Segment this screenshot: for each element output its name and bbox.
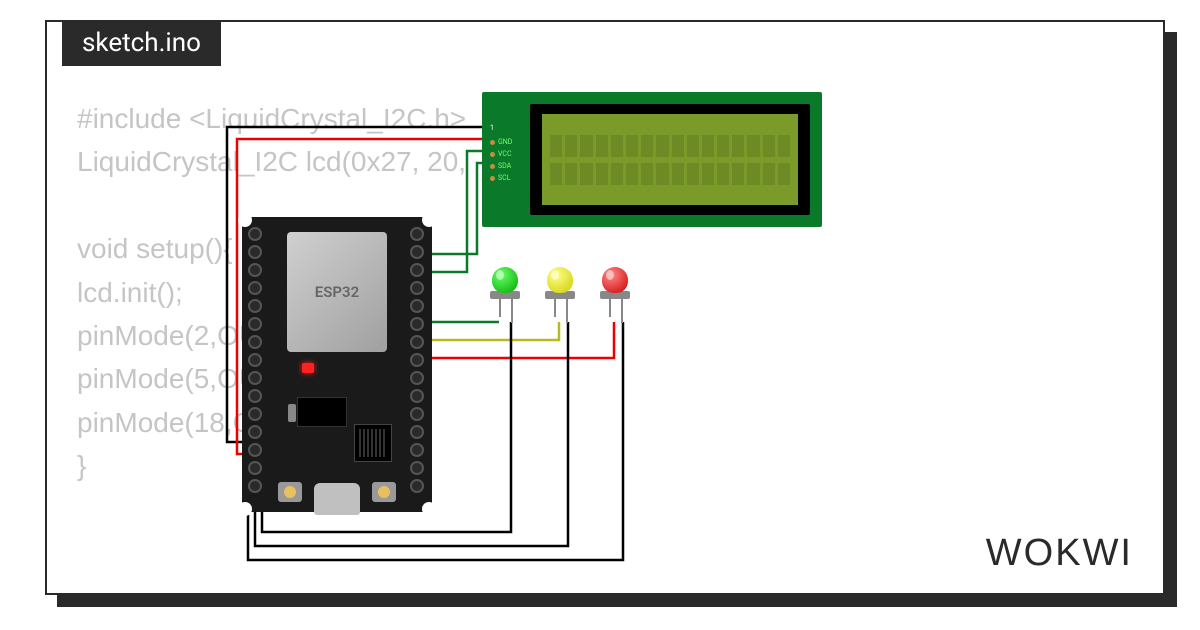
esp32-regulator-icon — [297, 397, 347, 427]
esp32-shield: ESP32 — [287, 232, 387, 352]
led-green[interactable] — [492, 267, 520, 305]
led-yellow[interactable] — [547, 267, 575, 305]
esp32-board[interactable]: ESP32 — [242, 217, 432, 512]
lcd-pin-labels: 1 GND VCC SDA SCL — [490, 122, 512, 184]
circuit-diagram[interactable]: ESP32 1 GND VCC SDA SCL — [47, 22, 1163, 593]
wokwi-logo: WOKWI — [986, 532, 1133, 575]
led-red[interactable] — [602, 267, 630, 305]
preview-card: sketch.ino #include <LiquidCrystal_I2C.h… — [45, 20, 1165, 595]
board-label: ESP32 — [315, 283, 359, 301]
esp32-usb-port-icon — [314, 483, 360, 515]
esp32-power-led-icon — [302, 363, 314, 373]
esp32-pins-left — [248, 227, 264, 493]
esp32-boot-button[interactable] — [278, 482, 302, 502]
esp32-pins-right — [410, 227, 426, 493]
led-bulb-icon — [602, 267, 628, 293]
lcd-screen — [530, 104, 810, 215]
lcd-1602-i2c[interactable]: 1 GND VCC SDA SCL — [482, 92, 822, 227]
led-bulb-icon — [547, 267, 573, 293]
esp32-en-button[interactable] — [372, 482, 396, 502]
led-bulb-icon — [492, 267, 518, 293]
esp32-chip-icon — [354, 424, 392, 462]
